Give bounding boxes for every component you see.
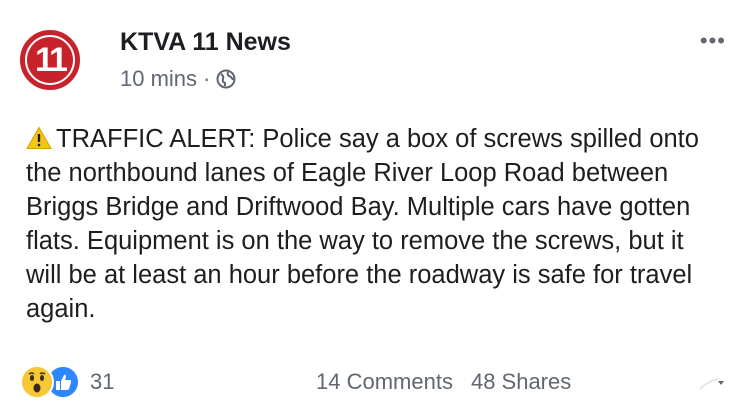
warning-icon (26, 126, 52, 149)
post-footer: 31 14 Comments 48 Shares (20, 362, 728, 402)
engagement-counts: 14 Comments 48 Shares (316, 369, 571, 395)
more-options-button[interactable]: ••• (700, 28, 726, 54)
audience-dropdown[interactable] (668, 372, 728, 394)
reaction-count: 31 (90, 369, 115, 394)
post-body: TRAFFIC ALERT: Police say a box of screw… (26, 122, 726, 326)
post-timestamp[interactable]: 10 mins (120, 66, 197, 92)
meta-separator: · (203, 66, 211, 91)
post-meta: 10 mins · (120, 66, 236, 92)
avatar[interactable]: 11 (20, 30, 80, 90)
wow-icon (20, 365, 54, 399)
globe-icon (216, 69, 236, 89)
shares-count-link[interactable]: 48 Shares (471, 369, 571, 395)
post-body-text: TRAFFIC ALERT: Police say a box of screw… (26, 125, 699, 323)
page-name[interactable]: KTVA 11 News (120, 28, 291, 57)
avatar-logo: 11 (27, 37, 73, 83)
comments-count-link[interactable]: 14 Comments (316, 369, 453, 395)
chevron-down-icon (699, 378, 724, 390)
reactions-summary[interactable]: 31 (20, 365, 114, 399)
